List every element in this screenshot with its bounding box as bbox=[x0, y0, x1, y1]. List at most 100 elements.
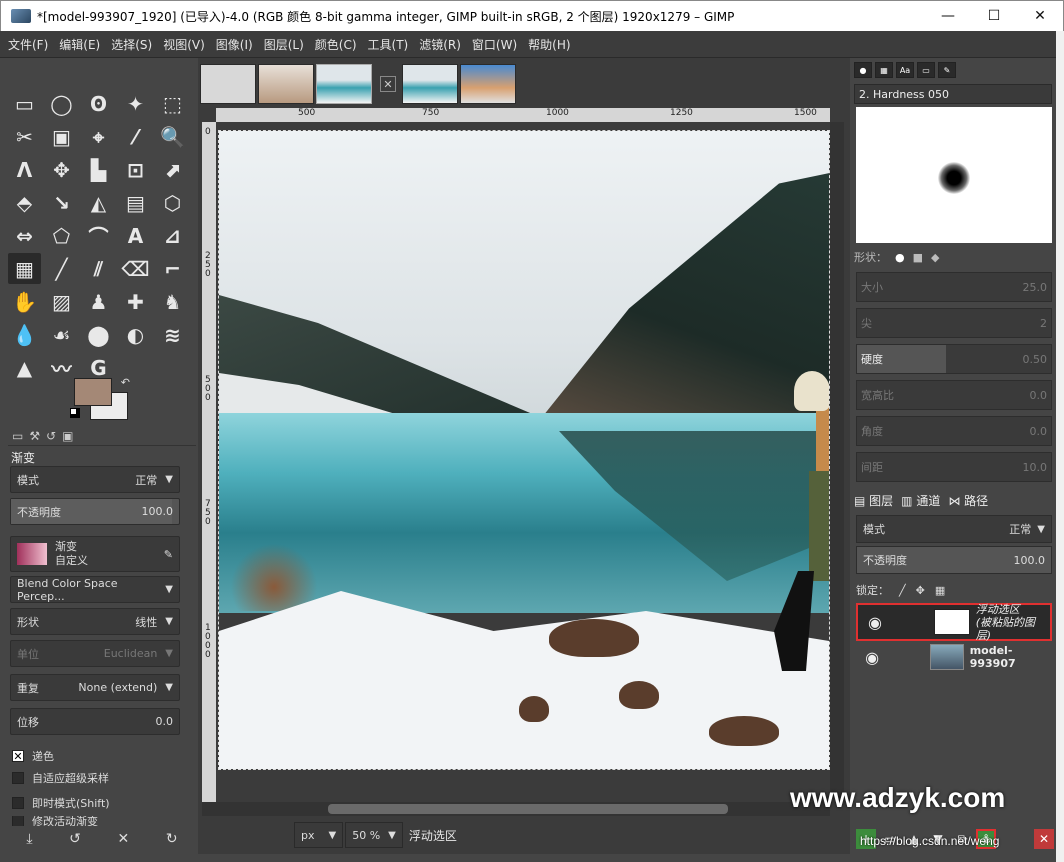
tool-button[interactable]: ⬡ bbox=[156, 187, 189, 218]
minimize-button[interactable]: — bbox=[925, 1, 971, 31]
brush-param-row[interactable]: 角度 0.0 bbox=[856, 416, 1052, 446]
tool-button[interactable]: 🔍 bbox=[156, 121, 189, 152]
layer-item-floating[interactable]: ◉ 浮动选区 (被粘贴的图层) bbox=[856, 603, 1052, 642]
tool-button[interactable]: 💧 bbox=[8, 319, 41, 350]
tool-button[interactable]: ⌖ bbox=[82, 121, 115, 152]
tool-button[interactable]: ◐ bbox=[119, 319, 152, 350]
menu-filters[interactable]: 滤镜(R) bbox=[419, 36, 461, 53]
tool-button[interactable]: ⌐ bbox=[156, 253, 189, 284]
opacity-slider[interactable]: 不透明度 100.0 bbox=[10, 498, 180, 525]
mode-select[interactable]: 模式 正常 ▼ bbox=[10, 466, 180, 493]
foreground-color[interactable] bbox=[74, 378, 112, 406]
vertical-scrollbar[interactable] bbox=[830, 122, 844, 798]
close-button[interactable]: ✕ bbox=[1017, 1, 1063, 31]
tool-button[interactable]: ⊡ bbox=[119, 154, 152, 185]
eye-icon[interactable]: ◉ bbox=[862, 613, 888, 632]
lock-position-icon[interactable]: ✥ bbox=[916, 584, 925, 597]
save-preset-icon[interactable]: ⤓ bbox=[26, 831, 32, 847]
lock-pixels-icon[interactable]: ╱ bbox=[899, 584, 906, 597]
tool-button[interactable]: ⬠ bbox=[45, 220, 78, 251]
edit-gradient-icon[interactable]: ✎ bbox=[164, 548, 173, 561]
tab-layers[interactable]: ▤ 图层 bbox=[854, 492, 893, 510]
tool-button[interactable]: ▙ bbox=[82, 154, 115, 185]
square-shape-icon[interactable]: ■ bbox=[913, 251, 923, 264]
offset-slider[interactable]: 位移 0.0 bbox=[10, 708, 180, 735]
metric-select[interactable]: 单位 Euclidean ▼ bbox=[10, 640, 180, 667]
image-tab[interactable] bbox=[258, 64, 314, 104]
adaptive-checkbox[interactable]: 自适应超级采样 bbox=[12, 770, 109, 786]
blend-space-select[interactable]: Blend Color Space Percep... ▼ bbox=[10, 576, 180, 603]
circle-shape-icon[interactable]: ● bbox=[895, 251, 905, 264]
layer-mode-select[interactable]: 模式 正常 ▼ bbox=[856, 515, 1052, 543]
tool-button[interactable]: ⬈ bbox=[156, 154, 189, 185]
delete-layer-icon[interactable]: ✕ bbox=[1034, 829, 1054, 849]
hardness-row[interactable]: 硬度 0.50 bbox=[856, 344, 1052, 374]
tool-button[interactable]: ☙ bbox=[45, 319, 78, 350]
document-tab-icon[interactable]: ▭ bbox=[917, 62, 935, 78]
default-colors-icon[interactable] bbox=[70, 408, 80, 418]
image-tab[interactable] bbox=[200, 64, 256, 104]
brush-preview[interactable] bbox=[856, 107, 1052, 243]
menu-tools[interactable]: 工具(T) bbox=[368, 36, 409, 53]
eye-icon[interactable]: ◉ bbox=[860, 648, 884, 667]
delete-preset-icon[interactable]: ✕ bbox=[118, 831, 130, 847]
diamond-shape-icon[interactable]: ◆ bbox=[931, 251, 939, 264]
lock-alpha-icon[interactable]: ▦ bbox=[935, 584, 945, 597]
tool-button[interactable]: Ʌ bbox=[8, 154, 41, 185]
menu-help[interactable]: 帮助(H) bbox=[528, 36, 570, 53]
tool-button[interactable]: ▣ bbox=[45, 121, 78, 152]
tool-button[interactable]: ⬘ bbox=[8, 187, 41, 218]
tool-button[interactable]: ✥ bbox=[45, 154, 78, 185]
restore-preset-icon[interactable]: ↺ bbox=[69, 831, 81, 847]
tool-button[interactable]: ✂ bbox=[8, 121, 41, 152]
paint-dynamics-tab-icon[interactable]: ✎ bbox=[938, 62, 956, 78]
tool-button[interactable]: ▲ bbox=[8, 352, 41, 383]
swap-colors-icon[interactable]: ↶ bbox=[121, 376, 130, 389]
instant-mode-checkbox[interactable]: 即时模式(Shift) bbox=[12, 795, 110, 811]
tool-button[interactable]: ▦ bbox=[8, 253, 41, 284]
tab-undo-history[interactable]: ↺ bbox=[46, 429, 56, 443]
tool-button[interactable]: ▭ bbox=[8, 88, 41, 119]
tool-button[interactable]: ≋ bbox=[156, 319, 189, 350]
tool-button[interactable]: ⁄ bbox=[119, 121, 152, 152]
tool-button[interactable]: ⇔ bbox=[8, 220, 41, 251]
brushes-tab-icon[interactable]: ● bbox=[854, 62, 872, 78]
menu-edit[interactable]: 编辑(E) bbox=[59, 36, 100, 53]
tool-button[interactable]: ✋ bbox=[8, 286, 41, 317]
tab-tool-options[interactable]: ▭ bbox=[12, 429, 23, 443]
menu-file[interactable]: 文件(F) bbox=[8, 36, 48, 53]
gradient-selector[interactable]: 渐变 自定义 ✎ bbox=[10, 536, 180, 572]
tool-button[interactable]: ⬤ bbox=[82, 319, 115, 350]
unit-select[interactable]: px ▼ bbox=[294, 822, 344, 848]
zoom-select[interactable]: 50 % ▼ bbox=[345, 822, 403, 848]
reset-icon[interactable]: ↻ bbox=[166, 831, 178, 847]
tool-button[interactable]: ♟ bbox=[82, 286, 115, 317]
tool-button[interactable]: ✦ bbox=[119, 88, 152, 119]
menu-layer[interactable]: 图层(L) bbox=[264, 36, 304, 53]
gradient-preview[interactable] bbox=[17, 543, 47, 565]
menu-view[interactable]: 视图(V) bbox=[163, 36, 205, 53]
brush-param-row[interactable]: 大小 25.0 bbox=[856, 272, 1052, 302]
horizontal-scrollbar[interactable] bbox=[202, 802, 830, 816]
image-canvas[interactable] bbox=[218, 130, 830, 770]
tool-button[interactable]: ▤ bbox=[119, 187, 152, 218]
layer-opacity-slider[interactable]: 不透明度 100.0 bbox=[856, 546, 1052, 574]
tool-button[interactable]: A bbox=[119, 220, 152, 251]
brush-param-row[interactable]: 间距 10.0 bbox=[856, 452, 1052, 482]
tool-button[interactable]: ⬚ bbox=[156, 88, 189, 119]
brush-param-row[interactable]: 尖 2 bbox=[856, 308, 1052, 338]
tab-paths[interactable]: ⋈ 路径 bbox=[948, 492, 988, 510]
maximize-button[interactable]: ☐ bbox=[971, 1, 1017, 31]
tool-button[interactable]: ⊿ bbox=[156, 220, 189, 251]
menu-select[interactable]: 选择(S) bbox=[111, 36, 152, 53]
tool-button[interactable]: ▨ bbox=[45, 286, 78, 317]
tab-images[interactable]: ▣ bbox=[62, 429, 73, 443]
tool-button[interactable]: ⌫ bbox=[119, 253, 152, 284]
tool-button[interactable]: ♞ bbox=[156, 286, 189, 317]
fonts-tab-icon[interactable]: Aa bbox=[896, 62, 914, 78]
tab-device-status[interactable]: ⚒ bbox=[29, 429, 40, 443]
repeat-select[interactable]: 重复 None (extend) ▼ bbox=[10, 674, 180, 701]
layer-item-model[interactable]: ◉ model-993907 bbox=[856, 638, 1052, 676]
tool-button[interactable]: ◯ bbox=[45, 88, 78, 119]
modify-gradient-checkbox[interactable]: 修改活动渐变 bbox=[12, 816, 98, 826]
